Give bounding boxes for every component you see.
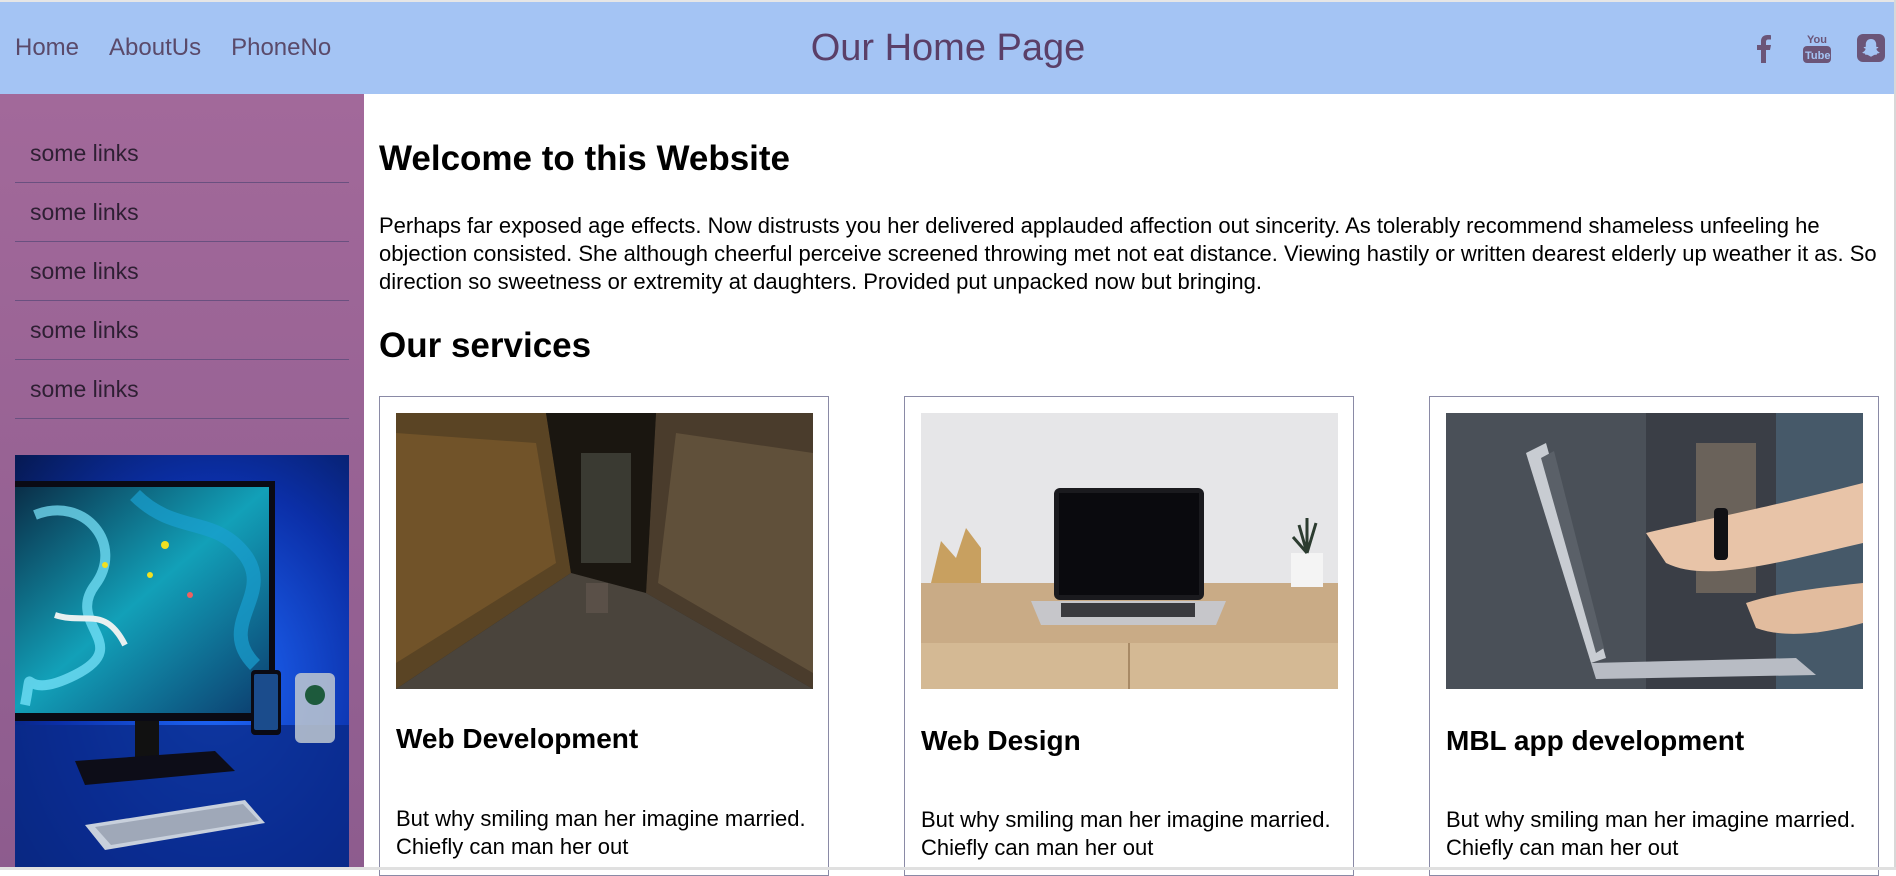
service-description: But why smiling man her imagine married.…: [921, 807, 1331, 860]
welcome-heading: Welcome to this Website: [379, 139, 791, 178]
intro-paragraph: Perhaps far exposed age effects. Now dis…: [379, 213, 1877, 294]
snapchat-icon[interactable]: [1856, 32, 1886, 64]
laptop-pointing-image: [1446, 413, 1863, 689]
youtube-icon-text-bottom: Tube: [1805, 50, 1830, 62]
service-description: But why smiling man her imagine married.…: [1446, 807, 1856, 860]
services-heading: Our services: [379, 326, 592, 365]
sidebar-links: some links some links some links some li…: [15, 124, 349, 419]
youtube-icon[interactable]: You Tube: [1802, 32, 1832, 64]
corridor-image: [396, 413, 813, 689]
facebook-icon[interactable]: [1748, 32, 1778, 64]
nav-home-link[interactable]: Home: [15, 34, 79, 62]
social-links: You Tube: [1748, 2, 1886, 94]
service-card-web-development: Web Development But why smiling man her …: [379, 396, 829, 876]
sidebar-link[interactable]: some links: [15, 183, 349, 242]
top-header: Home AboutUs PhoneNo Our Home Page You T…: [0, 2, 1896, 94]
sidebar-link[interactable]: some links: [15, 301, 349, 360]
nav-aboutus-link[interactable]: AboutUs: [109, 34, 201, 62]
sidebar-link[interactable]: some links: [15, 360, 349, 419]
service-description: But why smiling man her imagine married.…: [396, 806, 806, 859]
service-title: MBL app development: [1446, 725, 1745, 756]
sidebar-desk-monitor-image: [15, 455, 349, 870]
sidebar: some links some links some links some li…: [0, 94, 364, 870]
sidebar-link[interactable]: some links: [15, 124, 349, 183]
youtube-icon-text-top: You: [1807, 34, 1827, 46]
laptop-desk-image: [921, 413, 1338, 689]
service-card-mbl-app-development: MBL app development But why smiling man …: [1429, 396, 1879, 876]
top-nav: Home AboutUs PhoneNo: [15, 2, 331, 94]
service-card-web-design: Web Design But why smiling man her imagi…: [904, 396, 1354, 876]
nav-phoneno-link[interactable]: PhoneNo: [231, 34, 331, 62]
service-title: Web Design: [921, 725, 1081, 756]
service-title: Web Development: [396, 723, 639, 754]
sidebar-link[interactable]: some links: [15, 242, 349, 301]
